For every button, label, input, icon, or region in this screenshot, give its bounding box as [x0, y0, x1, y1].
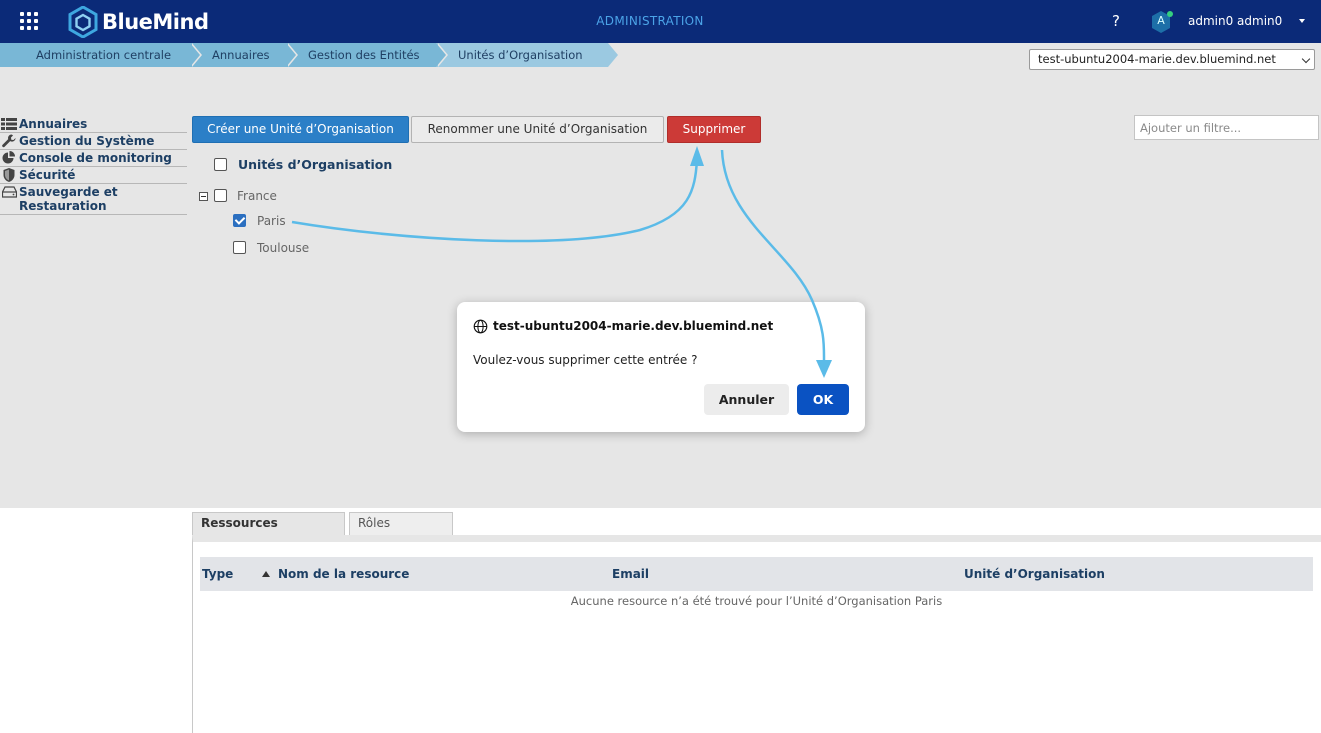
breadcrumb-item-gestion-des-entites[interactable]: Gestion des Entités — [286, 43, 448, 67]
column-header-organisation-unit[interactable]: Unité d’Organisation — [964, 567, 1105, 581]
tab-roles-associes[interactable]: Rôles associés — [349, 512, 453, 551]
sort-ascending-icon[interactable] — [262, 571, 270, 577]
domain-select[interactable]: test-ubuntu2004-marie.dev.bluemind.net — [1029, 49, 1315, 70]
empty-table-message: Aucune resource n’a été trouvé pour l’Un… — [570, 594, 943, 608]
user-menu-caret-icon[interactable] — [1299, 19, 1305, 23]
bluemind-logo-icon — [68, 6, 98, 38]
section-title: ADMINISTRATION — [596, 14, 704, 28]
dialog-title: test-ubuntu2004-marie.dev.bluemind.net — [493, 319, 774, 333]
tree-node-france[interactable]: France — [237, 189, 277, 203]
select-all-checkbox[interactable] — [214, 158, 227, 171]
shield-icon — [1, 168, 17, 182]
sidebar-item-label: Gestion du Système — [19, 134, 155, 148]
globe-icon — [473, 319, 488, 334]
sidebar-item-label: Console de monitoring — [19, 151, 172, 165]
breadcrumb: Administration centrale Annuaires Gestio… — [0, 43, 620, 67]
breadcrumb-item-administration-centrale[interactable]: Administration centrale — [0, 43, 202, 67]
breadcrumb-item-unites-organisation[interactable]: Unités d’Organisation — [436, 43, 620, 67]
content-background — [0, 43, 1321, 508]
tree-header: Unités d’Organisation — [238, 157, 393, 172]
confirm-delete-dialog: test-ubuntu2004-marie.dev.bluemind.net V… — [457, 302, 865, 432]
bluemind-logo[interactable]: BlueMind — [68, 6, 209, 38]
top-bar: BlueMind ADMINISTRATION ? A admin0 admin… — [0, 0, 1321, 43]
collapse-icon[interactable] — [199, 192, 208, 201]
dialog-message: Voulez-vous supprimer cette entrée ? — [473, 353, 698, 367]
online-status-dot — [1167, 11, 1173, 17]
app-name: BlueMind — [102, 10, 209, 34]
tree-node-toulouse[interactable]: Toulouse — [257, 241, 309, 255]
tree-checkbox-toulouse[interactable] — [233, 241, 246, 254]
column-header-type[interactable]: Type — [202, 567, 233, 581]
chevron-down-icon — [1301, 54, 1311, 64]
tab-ressources-associees[interactable]: Ressources associées — [192, 512, 345, 551]
delete-button[interactable]: Supprimer — [667, 116, 761, 143]
rename-ou-button[interactable]: Renommer une Unité d’Organisation — [411, 116, 664, 143]
sidebar-item-label: Annuaires — [19, 117, 88, 131]
breadcrumb-item-annuaires[interactable]: Annuaires — [190, 43, 298, 67]
tree-checkbox-paris[interactable] — [233, 214, 246, 227]
create-ou-button[interactable]: Créer une Unité d’Organisation — [192, 116, 409, 143]
list-icon — [1, 117, 17, 131]
tree-node-paris[interactable]: Paris — [257, 214, 286, 228]
cancel-button[interactable]: Annuler — [704, 384, 789, 415]
column-header-resource-name[interactable]: Nom de la resource — [278, 567, 409, 581]
sidebar-item-label: Sécurité — [19, 168, 76, 182]
sidebar-item-console-de-monitoring[interactable]: Console de monitoring — [0, 150, 187, 167]
drive-icon — [1, 185, 17, 199]
column-header-email[interactable]: Email — [612, 567, 649, 581]
filter-input[interactable] — [1134, 115, 1319, 140]
avatar[interactable]: A — [1150, 10, 1173, 34]
sidebar-item-securite[interactable]: Sécurité — [0, 167, 187, 184]
help-icon[interactable]: ? — [1108, 12, 1124, 30]
sidebar: Annuaires Gestion du Système Console de … — [0, 116, 187, 215]
pie-chart-icon — [1, 151, 17, 165]
domain-select-value: test-ubuntu2004-marie.dev.bluemind.net — [1038, 52, 1276, 66]
ok-button[interactable]: OK — [797, 384, 849, 415]
sidebar-item-sauvegarde-et-restauration[interactable]: Sauvegarde et Restauration — [0, 184, 187, 215]
sidebar-item-label: Sauvegarde et Restauration — [19, 185, 118, 213]
wrench-icon — [1, 134, 17, 148]
sidebar-item-annuaires[interactable]: Annuaires — [0, 116, 187, 133]
tree-checkbox-france[interactable] — [214, 189, 227, 202]
user-menu[interactable]: admin0 admin0 — [1188, 14, 1282, 28]
apps-grid-icon[interactable] — [20, 12, 38, 30]
sidebar-item-gestion-du-systeme[interactable]: Gestion du Système — [0, 133, 187, 150]
